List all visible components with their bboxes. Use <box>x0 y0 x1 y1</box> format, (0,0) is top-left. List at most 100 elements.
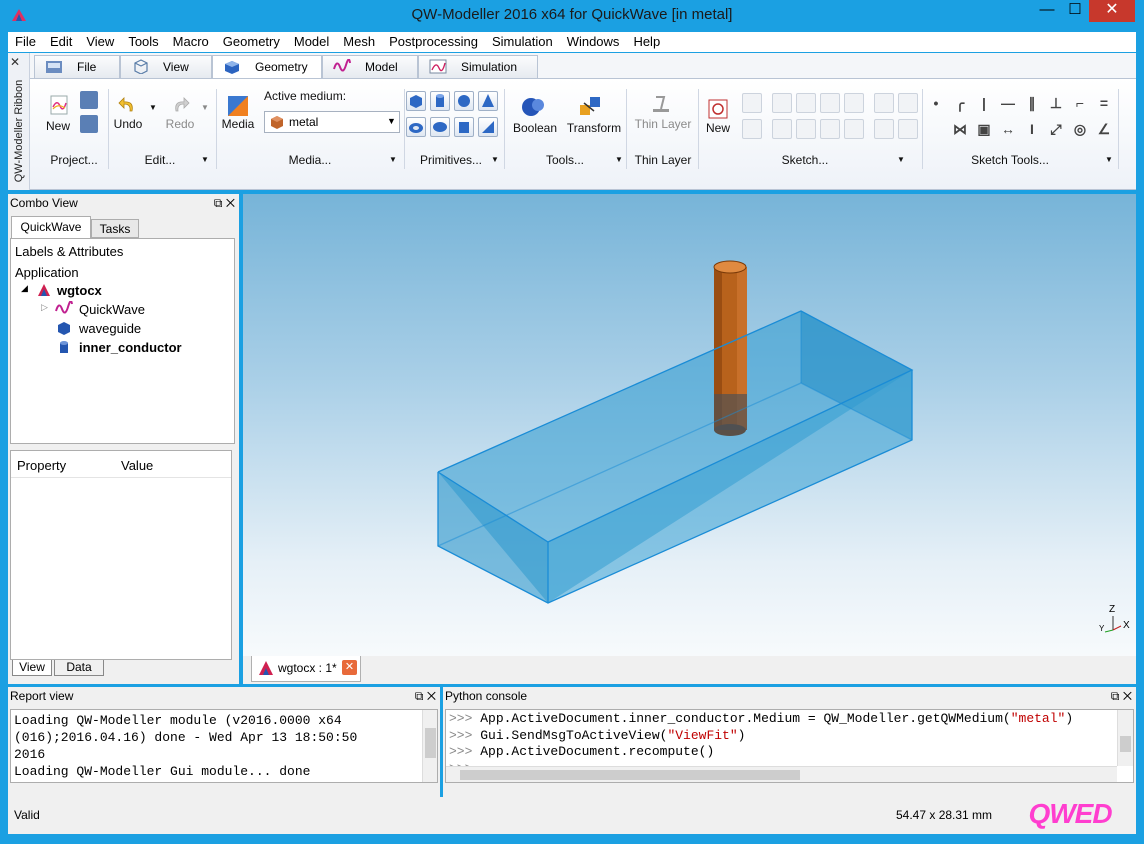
boolean-icon[interactable] <box>520 95 546 119</box>
report-scrollbar[interactable] <box>422 710 437 782</box>
sketch-mirror-icon[interactable] <box>874 119 894 139</box>
constraint-tangent-icon[interactable]: ╭ <box>950 93 970 113</box>
menu-file[interactable]: File <box>8 32 43 51</box>
constraint-symmetric-icon[interactable]: ⋈ <box>950 119 970 139</box>
edit-group-expand-icon[interactable]: ▼ <box>200 155 210 164</box>
group-tools[interactable]: Tools... <box>535 153 595 167</box>
sketch-polyline-icon[interactable] <box>796 119 816 139</box>
new-project-icon[interactable] <box>50 95 68 115</box>
3d-viewport[interactable]: Z X Y <box>243 194 1136 656</box>
tab-quickwave[interactable]: QuickWave <box>11 216 91 238</box>
minimize-button[interactable]: — <box>1033 0 1061 22</box>
float-icon[interactable]: ⧉ <box>214 196 223 210</box>
report-close-icon[interactable]: ✕ <box>427 689 436 703</box>
combo-close-icon[interactable]: ✕ <box>226 196 235 210</box>
tab-tasks[interactable]: Tasks <box>91 219 139 238</box>
group-edit[interactable]: Edit... <box>130 153 190 167</box>
menu-macro[interactable]: Macro <box>166 32 216 51</box>
close-button[interactable]: ✕ <box>1089 0 1135 22</box>
thin-layer-icon[interactable] <box>650 93 672 115</box>
menu-help[interactable]: Help <box>626 32 667 51</box>
sketch-rect-icon[interactable] <box>772 93 792 113</box>
sketch-upload-icon[interactable] <box>742 93 762 113</box>
constraint-hdistance-icon[interactable]: ↔ <box>998 119 1018 139</box>
sketch-array-icon[interactable] <box>898 119 918 139</box>
media-icon[interactable] <box>227 95 249 117</box>
tab-view[interactable]: View <box>120 55 212 78</box>
sketch-line-icon[interactable] <box>772 119 792 139</box>
constraint-horizontal-icon[interactable]: — <box>998 93 1018 113</box>
constraint-parallel-icon[interactable]: ∥ <box>1022 93 1042 113</box>
constraint-distance-icon[interactable]: ⤢ <box>1046 119 1066 139</box>
sphere-primitive-icon[interactable] <box>454 91 474 111</box>
constraint-equal-icon[interactable]: = <box>1094 93 1114 113</box>
active-medium-select[interactable]: metal ▼ <box>264 111 400 133</box>
tree-item-waveguide[interactable]: waveguide <box>79 321 141 336</box>
constraint-vdistance-icon[interactable]: I <box>1022 119 1042 139</box>
new-sketch-icon[interactable] <box>708 99 728 119</box>
tree-root-application[interactable]: Application <box>15 265 79 280</box>
constraint-perpendicular-icon[interactable]: ⊥ <box>1046 93 1066 113</box>
group-sketch[interactable]: Sketch... <box>770 153 840 167</box>
tube-primitive-icon[interactable] <box>454 117 474 137</box>
redo-icon[interactable] <box>170 95 190 115</box>
ribbon-close-icon[interactable]: ✕ <box>10 55 20 69</box>
expand-arrow-icon[interactable]: ◢ <box>21 283 28 294</box>
menu-view[interactable]: View <box>79 32 121 51</box>
python-float-icon[interactable]: ⧉ <box>1111 689 1120 703</box>
primitives-group-expand-icon[interactable]: ▼ <box>490 155 500 164</box>
wedge-primitive-icon[interactable] <box>478 117 498 137</box>
box-primitive-icon[interactable] <box>406 91 426 111</box>
redo-label[interactable]: Redo <box>164 117 196 131</box>
menu-windows[interactable]: Windows <box>560 32 627 51</box>
save-icon[interactable] <box>80 115 98 133</box>
tree-item-inner-conductor[interactable]: inner_conductor <box>79 340 182 355</box>
tab-view-bottom[interactable]: View <box>12 660 52 676</box>
python-vscrollbar[interactable] <box>1117 710 1133 766</box>
new-sketch-label[interactable]: New <box>702 121 734 135</box>
media-label[interactable]: Media <box>220 117 256 131</box>
document-tab[interactable]: wgtocx : 1* ✕ <box>251 656 361 682</box>
cylinder-primitive-icon[interactable] <box>430 91 450 111</box>
sketch-group-expand-icon[interactable]: ▼ <box>896 155 906 164</box>
sketch-arc-icon[interactable] <box>820 93 840 113</box>
sketch-polygon-icon[interactable] <box>844 93 864 113</box>
group-primitives[interactable]: Primitives... <box>416 153 486 167</box>
constraint-lock-icon[interactable]: ▣ <box>974 119 994 139</box>
tab-geometry[interactable]: Geometry <box>212 55 322 79</box>
tab-model[interactable]: Model <box>322 55 418 78</box>
sketch-export-icon[interactable] <box>742 119 762 139</box>
undo-icon[interactable] <box>118 95 138 115</box>
group-sketch-tools[interactable]: Sketch Tools... <box>960 153 1060 167</box>
constraint-point-icon[interactable]: • <box>926 93 946 113</box>
menu-simulation[interactable]: Simulation <box>485 32 560 51</box>
import-icon[interactable] <box>80 91 98 109</box>
boolean-label[interactable]: Boolean <box>510 121 560 135</box>
sketch-bspline-icon[interactable] <box>844 119 864 139</box>
menu-geometry[interactable]: Geometry <box>216 32 287 51</box>
menu-tools[interactable]: Tools <box>121 32 165 51</box>
cone-primitive-icon[interactable] <box>478 91 498 111</box>
report-float-icon[interactable]: ⧉ <box>415 689 424 703</box>
maximize-button[interactable]: ☐ <box>1061 0 1089 22</box>
new-project-label[interactable]: New <box>44 119 72 133</box>
sketch-tools-group-expand-icon[interactable]: ▼ <box>1104 155 1114 164</box>
menu-edit[interactable]: Edit <box>43 32 79 51</box>
transform-label[interactable]: Transform <box>564 121 624 135</box>
menu-postprocessing[interactable]: Postprocessing <box>382 32 485 51</box>
tab-simulation[interactable]: Simulation <box>418 55 538 78</box>
python-close-icon[interactable]: ✕ <box>1123 689 1132 703</box>
tree-item-wgtocx[interactable]: wgtocx <box>57 283 102 298</box>
thin-layer-button-label[interactable]: Thin Layer <box>632 117 694 131</box>
ellipsoid-primitive-icon[interactable] <box>430 117 450 137</box>
sketch-point-icon[interactable] <box>820 119 840 139</box>
python-hscrollbar[interactable] <box>446 766 1117 782</box>
3d-scene[interactable] <box>243 194 1136 656</box>
sketch-circle-icon[interactable] <box>796 93 816 113</box>
redo-dropdown-icon[interactable]: ▼ <box>200 103 210 112</box>
transform-icon[interactable] <box>578 95 604 119</box>
constraint-vertical-icon[interactable]: | <box>974 93 994 113</box>
constraint-angle-icon[interactable]: ⌐ <box>1070 93 1090 113</box>
sketch-trim-icon[interactable] <box>898 93 918 113</box>
media-group-expand-icon[interactable]: ▼ <box>388 155 398 164</box>
